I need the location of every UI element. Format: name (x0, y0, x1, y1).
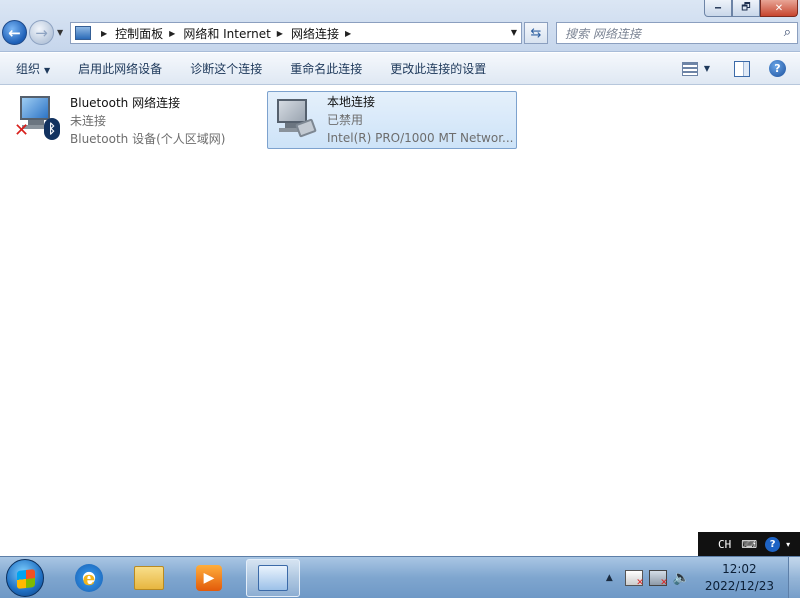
back-arrow-icon: ← (8, 23, 21, 42)
monitor-icon (277, 99, 307, 123)
organize-label: 组织 (16, 62, 41, 76)
taskbar-explorer[interactable] (122, 559, 176, 597)
connection-item-local[interactable]: 本地连接 已禁用 Intel(R) PRO/1000 MT Networ... (267, 91, 517, 149)
action-center-icon[interactable] (624, 570, 644, 588)
language-bar: CH ⌨ ? ▾ (698, 532, 800, 556)
window-controls: 🗕 🗗 ✕ (704, 0, 798, 17)
recent-pages-dropdown[interactable]: ▼ (57, 28, 63, 37)
navigation-buttons: ← → ▼ (2, 20, 63, 45)
connection-name: 本地连接 (327, 95, 376, 109)
search-placeholder: 搜索 网络连接 (565, 26, 641, 41)
start-button[interactable] (6, 559, 44, 597)
forward-arrow-icon: → (35, 23, 48, 42)
command-bar: 组织 ▼ 启用此网络设备 诊断这个连接 重命名此连接 更改此连接的设置 ▼ ? (0, 53, 800, 85)
taskbar: e ▶ ▲ 🔈 12:02 2022/12/23 (0, 556, 800, 598)
refresh-icon: ⇆ (530, 25, 542, 41)
view-controls: ▼ ? (681, 60, 786, 77)
internet-explorer-icon: e (75, 564, 103, 592)
monitor-icon (20, 96, 50, 120)
connection-status: 未连接 (70, 114, 107, 128)
clock-date: 2022/12/23 (704, 579, 774, 593)
windows-logo-icon (17, 569, 35, 589)
input-language[interactable]: CH (718, 538, 731, 551)
back-button[interactable]: ← (2, 20, 27, 45)
search-icon[interactable]: ⌕ (784, 25, 791, 40)
view-options-dropdown-icon[interactable]: ▼ (704, 64, 710, 73)
connection-device: Intel(R) PRO/1000 MT Networ... (327, 131, 514, 145)
connections-list: ✕ ᛒ Bluetooth 网络连接 未连接 Bluetooth 设备(个人区域… (0, 86, 800, 556)
organize-menu[interactable]: 组织 ▼ (0, 60, 64, 77)
connection-item-bluetooth[interactable]: ✕ ᛒ Bluetooth 网络连接 未连接 Bluetooth 设备(个人区域… (14, 92, 254, 148)
enable-device-button[interactable]: 启用此网络设备 (64, 60, 176, 77)
media-player-icon: ▶ (196, 565, 222, 591)
address-history-dropdown-icon[interactable]: ▼ (511, 28, 517, 37)
address-bar[interactable]: ▶ 控制面板 ▶ 网络和 Internet ▶ 网络连接 ▶ ▼ (70, 22, 522, 44)
volume-icon[interactable]: 🔈 (673, 570, 691, 586)
connection-device: Bluetooth 设备(个人区域网) (70, 132, 226, 146)
chevron-down-icon: ▼ (44, 66, 51, 75)
bluetooth-icon: ᛒ (44, 118, 60, 140)
breadcrumb-network-connections[interactable]: 网络连接 (291, 25, 339, 42)
network-connections-icon (258, 565, 288, 591)
show-hidden-icons-icon[interactable]: ▲ (606, 573, 613, 583)
bluetooth-network-icon: ✕ ᛒ (14, 92, 62, 140)
connection-details: 本地连接 已禁用 Intel(R) PRO/1000 MT Networ... (327, 92, 514, 148)
change-settings-button[interactable]: 更改此连接的设置 (376, 60, 500, 77)
maximize-button[interactable]: 🗗 (732, 0, 760, 17)
breadcrumb-separator-icon[interactable]: ▶ (277, 29, 283, 38)
taskbar-media-player[interactable]: ▶ (182, 559, 236, 597)
search-box[interactable]: 搜索 网络连接 ⌕ (556, 22, 798, 44)
taskbar-network-connections[interactable] (246, 559, 300, 597)
disconnected-x-icon: ✕ (14, 120, 30, 141)
breadcrumb-separator-icon[interactable]: ▶ (345, 29, 351, 38)
rename-button[interactable]: 重命名此连接 (276, 60, 376, 77)
breadcrumb-network-internet[interactable]: 网络和 Internet (183, 25, 270, 42)
title-bar: 🗕 🗗 ✕ ← → ▼ ▶ 控制面板 ▶ 网络和 Internet ▶ 网络连接… (0, 0, 800, 52)
connection-status: 已禁用 (327, 113, 364, 127)
clock[interactable]: 12:02 2022/12/23 (705, 561, 774, 595)
preview-pane-icon[interactable] (734, 60, 750, 77)
language-bar-options-icon[interactable]: ▾ (786, 540, 790, 549)
close-button[interactable]: ✕ (760, 0, 798, 17)
keyboard-icon[interactable]: ⌨ (741, 538, 757, 551)
connection-details: Bluetooth 网络连接 未连接 Bluetooth 设备(个人区域网) (70, 92, 225, 148)
control-panel-icon (75, 26, 91, 40)
network-status-icon[interactable] (648, 570, 668, 588)
taskbar-internet-explorer[interactable]: e (62, 559, 116, 597)
forward-button[interactable]: → (29, 20, 54, 45)
diagnose-button[interactable]: 诊断这个连接 (176, 60, 276, 77)
help-icon[interactable]: ? (769, 60, 786, 77)
help-icon[interactable]: ? (765, 536, 781, 552)
clock-time: 12:02 (722, 562, 757, 576)
connection-name: Bluetooth 网络连接 (70, 96, 181, 110)
breadcrumb-separator-icon[interactable]: ▶ (169, 29, 175, 38)
show-desktop-button[interactable] (788, 557, 800, 598)
local-network-icon (271, 95, 319, 143)
breadcrumb-separator-icon[interactable]: ▶ (101, 29, 107, 38)
folder-icon (134, 566, 164, 590)
change-view-icon[interactable] (681, 61, 698, 76)
breadcrumb-control-panel[interactable]: 控制面板 (115, 25, 163, 42)
minimize-button[interactable]: 🗕 (704, 0, 732, 17)
system-tray: ▲ 🔈 12:02 2022/12/23 (606, 557, 800, 598)
refresh-button[interactable]: ⇆ (524, 22, 548, 44)
